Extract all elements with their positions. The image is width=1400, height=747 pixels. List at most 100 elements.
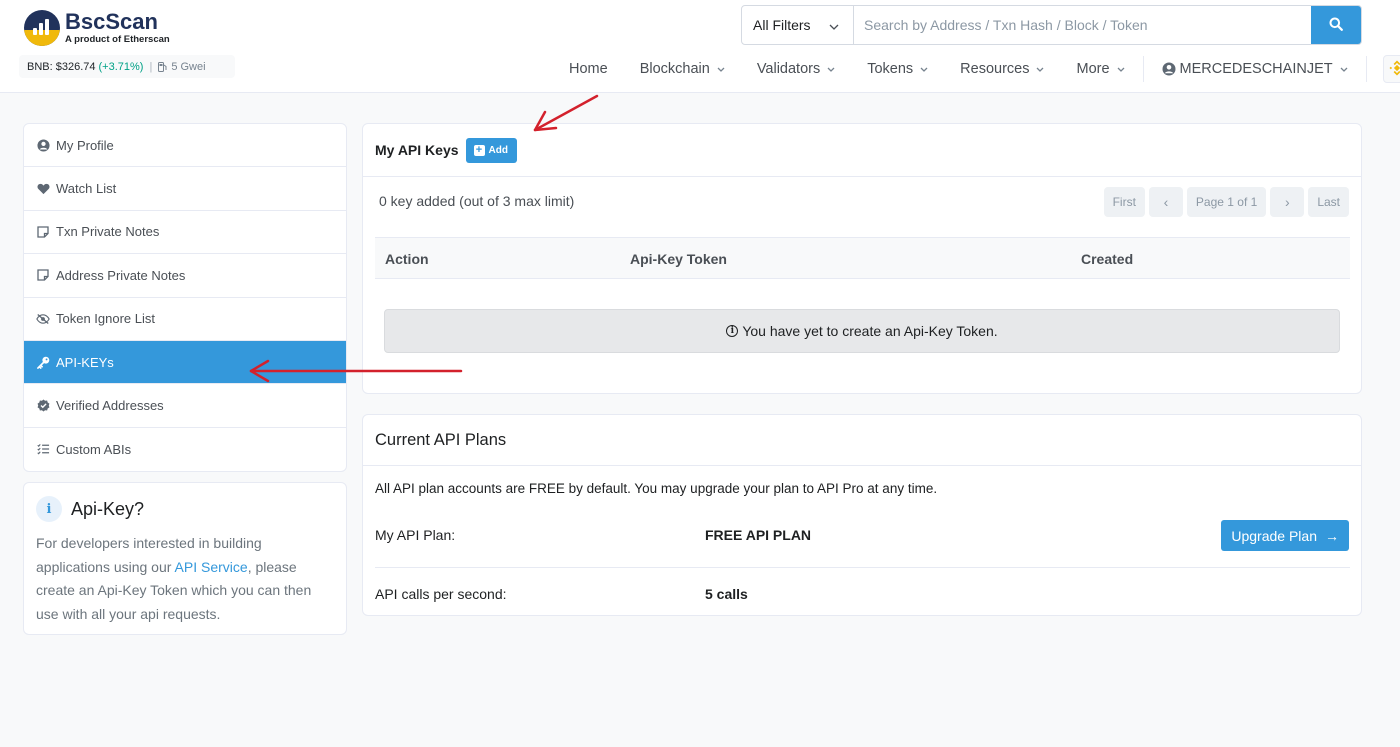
upgrade-button-label: Upgrade Plan <box>1231 527 1317 544</box>
api-key-info-card: i Api-Key? For developers interested in … <box>23 482 347 635</box>
bnb-network-button[interactable] <box>1382 55 1400 83</box>
pager-last-button[interactable]: Last <box>1308 187 1349 217</box>
api-plans-title: Current API Plans <box>363 415 1361 466</box>
note-icon <box>36 268 50 282</box>
chevron-down-icon <box>1117 64 1125 74</box>
api-keys-title: My API Keys <box>375 142 459 158</box>
sidebar-item-api-keys[interactable]: API-KEYs <box>24 340 346 385</box>
note-icon <box>36 225 50 239</box>
chevron-down-icon <box>920 64 928 74</box>
search-filter-label: All Filters <box>753 17 811 33</box>
api-plans-card: Current API Plans All API plan accounts … <box>362 414 1362 616</box>
chevron-down-icon <box>1036 64 1044 74</box>
pager-page-indicator: Page 1 of 1 <box>1186 187 1267 217</box>
ticker-separator: | <box>149 60 153 73</box>
pager-first-button[interactable]: First <box>1103 187 1145 217</box>
search-filter-dropdown[interactable]: All Filters <box>742 6 854 44</box>
column-header-action: Action <box>385 251 429 267</box>
api-keys-card: My API Keys + Add 0 key added (out of 3 … <box>362 123 1362 394</box>
info-body: For developers interested in building ap… <box>36 532 334 626</box>
add-button-label: Add <box>488 144 508 156</box>
bnb-price[interactable]: BNB: $326.74 <box>27 61 96 73</box>
bscscan-logo[interactable]: BscScan A product of Etherscan <box>24 10 170 46</box>
chevron-down-icon <box>829 17 839 33</box>
nav-divider <box>1142 56 1144 82</box>
nav-home-label: Home <box>569 61 608 77</box>
plan-label: My API Plan: <box>375 527 456 543</box>
upgrade-plan-button[interactable]: Upgrade Plan → <box>1221 520 1349 551</box>
nav-blockchain[interactable]: Blockchain <box>624 61 741 77</box>
info-title: Api-Key? <box>71 498 145 519</box>
empty-state-message: You have yet to create an Api-Key Token. <box>742 323 998 339</box>
pager-next-button[interactable]: › <box>1270 187 1305 217</box>
site-header: BscScan A product of Etherscan BNB: $326… <box>0 0 1400 93</box>
calls-label: API calls per second: <box>375 586 507 602</box>
divider <box>375 567 1350 568</box>
nav-more-label: More <box>1076 61 1110 77</box>
sidebar-item-label: My Profile <box>56 137 114 153</box>
bnb-price-change: (+3.71%) <box>98 60 144 73</box>
sidebar-item-token-ignore-list[interactable]: Token Ignore List <box>24 298 346 341</box>
bnb-logo-icon <box>1388 59 1400 80</box>
nav-validators[interactable]: Validators <box>741 61 851 77</box>
pager-prev-button[interactable]: ‹ <box>1148 187 1183 217</box>
search-bar: All Filters <box>741 5 1362 45</box>
info-circle-icon: i <box>726 325 739 337</box>
info-icon: i <box>36 496 62 522</box>
plus-square-icon: + <box>473 144 485 156</box>
nav-home[interactable]: Home <box>553 61 624 77</box>
price-ticker: BNB: $326.74 (+3.71%) | 5 Gwei <box>19 55 235 78</box>
key-icon <box>36 355 50 369</box>
column-header-api-key-token: Api-Key Token <box>630 251 727 267</box>
nav-tokens-label: Tokens <box>867 61 914 77</box>
nav-resources[interactable]: Resources <box>944 61 1060 77</box>
sidebar-item-watch-list[interactable]: Watch List <box>24 167 346 211</box>
chevron-down-icon <box>1340 64 1348 74</box>
badge-check-icon <box>36 399 50 413</box>
bscscan-logo-icon <box>24 10 60 46</box>
sidebar-item-txn-private-notes[interactable]: Txn Private Notes <box>24 211 346 255</box>
eye-slash-icon <box>36 312 50 326</box>
sidebar-item-custom-abis[interactable]: Custom ABIs <box>24 428 346 471</box>
add-api-key-button[interactable]: + Add <box>465 137 517 163</box>
sidebar-item-label: Txn Private Notes <box>56 224 160 240</box>
main-nav: Home Blockchain Validators Tokens Resour… <box>553 55 1400 83</box>
nav-divider <box>1365 56 1367 82</box>
column-header-created: Created <box>1081 251 1134 267</box>
sidebar-item-verified-addresses[interactable]: Verified Addresses <box>24 384 346 428</box>
sidebar-item-my-profile[interactable]: My Profile <box>24 124 346 168</box>
arrow-right-icon: → <box>1325 527 1339 544</box>
chevron-down-icon <box>827 64 835 74</box>
nav-user-label: MERCEDESCHAINJET <box>1179 61 1333 77</box>
brand-name: BscScan <box>65 8 158 34</box>
nav-blockchain-label: Blockchain <box>639 61 710 77</box>
search-button[interactable] <box>1311 6 1361 44</box>
nav-resources-label: Resources <box>960 61 1030 77</box>
chevron-down-icon <box>717 64 725 74</box>
empty-state-alert: i You have yet to create an Api-Key Toke… <box>384 309 1340 353</box>
user-circle-icon <box>36 138 50 152</box>
nav-more[interactable]: More <box>1060 61 1140 77</box>
api-service-link[interactable]: API Service <box>175 559 248 575</box>
sidebar-item-label: API-KEYs <box>56 354 114 370</box>
gas-price[interactable]: 5 Gwei <box>171 61 205 73</box>
sidebar-item-label: Address Private Notes <box>56 267 186 283</box>
sidebar-item-label: Watch List <box>56 181 117 197</box>
user-circle-icon <box>1162 62 1176 76</box>
sidebar-item-label: Custom ABIs <box>56 441 132 457</box>
sidebar-item-address-private-notes[interactable]: Address Private Notes <box>24 254 346 298</box>
account-sidebar: My Profile Watch List Txn Private Notes … <box>23 123 347 473</box>
sidebar-item-label: Verified Addresses <box>56 398 164 414</box>
list-check-icon <box>36 442 50 456</box>
nav-tokens[interactable]: Tokens <box>851 61 944 77</box>
gas-pump-icon <box>158 61 167 72</box>
heart-icon <box>36 182 50 196</box>
pagination: First ‹ Page 1 of 1 › Last <box>1103 187 1349 217</box>
brand-tagline: A product of Etherscan <box>65 33 170 45</box>
plan-value: FREE API PLAN <box>705 527 812 543</box>
sidebar-item-label: Token Ignore List <box>56 311 156 327</box>
nav-user-menu[interactable]: MERCEDESCHAINJET <box>1146 61 1364 77</box>
calls-value: 5 calls <box>705 586 748 602</box>
search-input[interactable] <box>854 6 1311 44</box>
keys-count-text: 0 key added (out of 3 max limit) <box>379 193 575 209</box>
